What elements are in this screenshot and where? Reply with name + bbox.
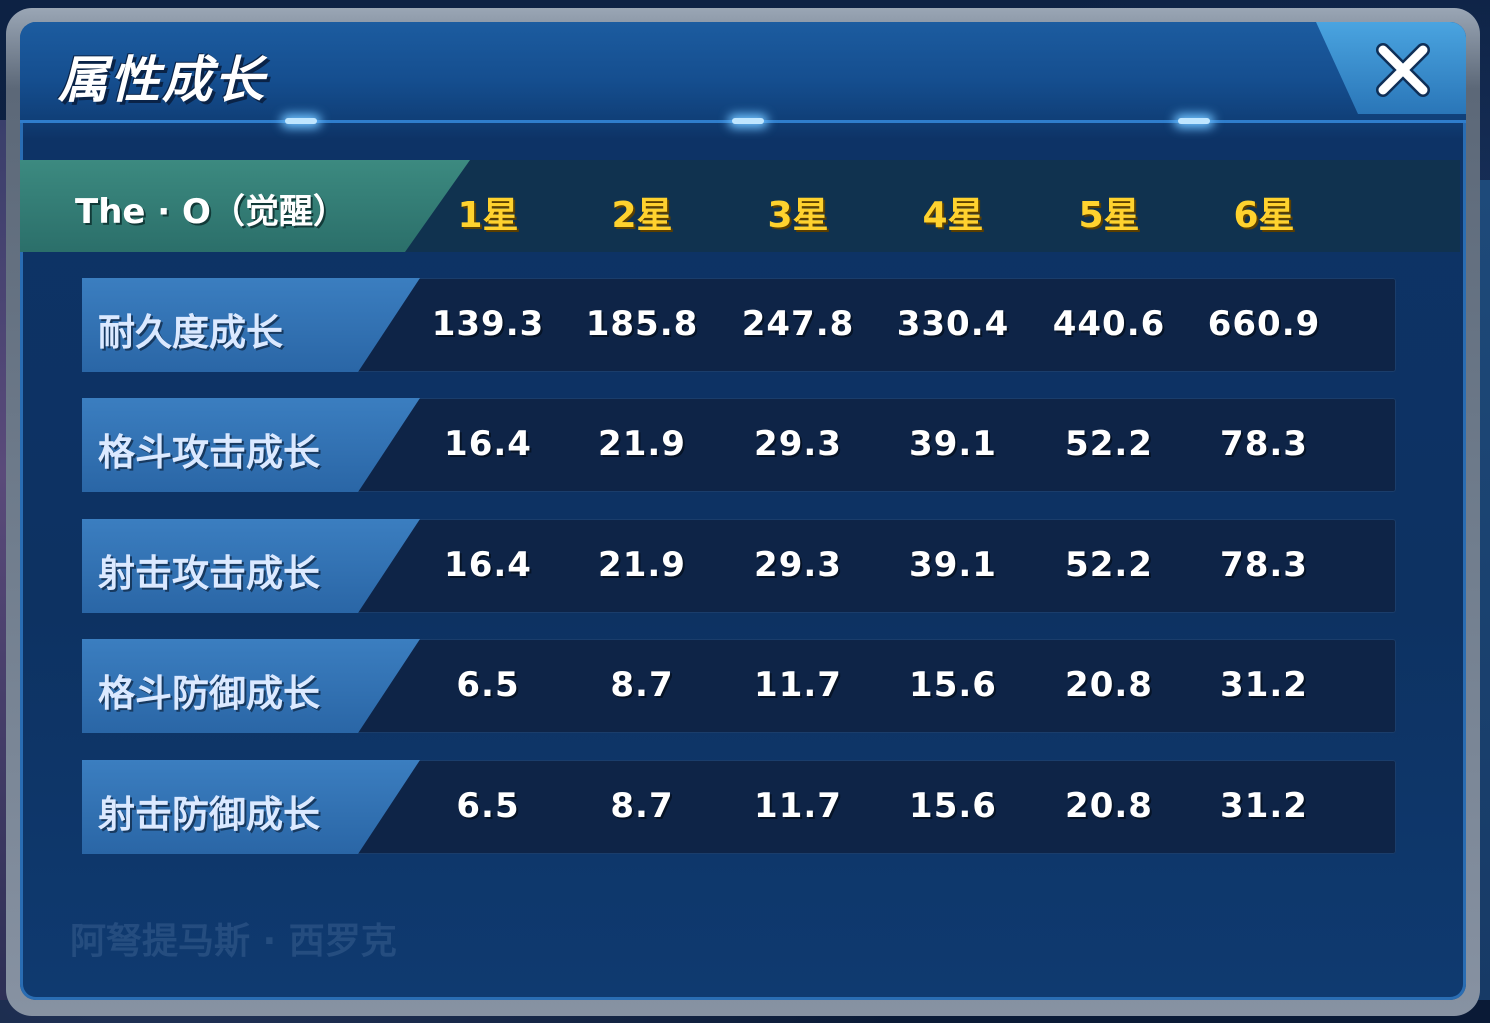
star-column-1: 1星 — [457, 195, 519, 236]
unit-name: The · O（觉醒） — [75, 192, 347, 232]
value-cell: 139.3 — [431, 304, 545, 344]
table-row: 格斗攻击成长 16.4 21.9 29.3 39.1 52.2 78.3 — [82, 398, 1396, 492]
attribute-growth-dialog: 属性成长 阿弩提马斯 · 西罗克 The · O（觉醒） 1星 2星 3星 4星… — [20, 22, 1466, 1000]
value-cell: 20.8 — [1065, 786, 1153, 826]
value-cell: 21.9 — [598, 545, 686, 585]
close-icon — [1376, 43, 1430, 97]
value-cell: 185.8 — [585, 304, 699, 344]
star-column-2: 2星 — [611, 195, 673, 236]
value-cell: 15.6 — [909, 665, 997, 705]
value-cell: 21.9 — [598, 424, 686, 464]
star-column-4: 4星 — [922, 195, 984, 236]
star-column-3: 3星 — [767, 195, 829, 236]
row-label: 耐久度成长 — [98, 311, 283, 354]
value-cell: 39.1 — [909, 424, 997, 464]
value-cell: 16.4 — [444, 424, 532, 464]
value-cell: 8.7 — [610, 786, 674, 826]
star-column-6: 6星 — [1233, 195, 1295, 236]
dialog-title-bar: 属性成长 — [20, 22, 1466, 123]
value-cell: 11.7 — [754, 665, 842, 705]
value-cell: 15.6 — [909, 786, 997, 826]
value-cell: 660.9 — [1207, 304, 1321, 344]
value-cell: 78.3 — [1220, 545, 1308, 585]
row-label: 格斗攻击成长 — [98, 431, 320, 474]
value-cell: 39.1 — [909, 545, 997, 585]
value-cell: 52.2 — [1065, 424, 1153, 464]
dialog-title: 属性成长 — [58, 51, 266, 109]
title-bar-light — [1178, 118, 1210, 124]
value-cell: 29.3 — [754, 545, 842, 585]
value-cell: 31.2 — [1220, 786, 1308, 826]
value-cell: 8.7 — [610, 665, 674, 705]
value-cell: 247.8 — [741, 304, 855, 344]
value-cell: 78.3 — [1220, 424, 1308, 464]
title-bar-light — [285, 118, 317, 124]
table-row: 射击防御成长 6.5 8.7 11.7 15.6 20.8 31.2 — [82, 760, 1396, 854]
star-column-5: 5星 — [1078, 195, 1140, 236]
value-cell: 31.2 — [1220, 665, 1308, 705]
value-cell: 29.3 — [754, 424, 842, 464]
table-row: 耐久度成长 139.3 185.8 247.8 330.4 440.6 660.… — [82, 278, 1396, 372]
value-cell: 440.6 — [1052, 304, 1166, 344]
value-cell: 6.5 — [456, 786, 520, 826]
value-cell: 6.5 — [456, 665, 520, 705]
row-label: 格斗防御成长 — [98, 672, 320, 715]
background-watermark: 阿弩提马斯 · 西罗克 — [70, 921, 397, 962]
table-row: 射击攻击成长 16.4 21.9 29.3 39.1 52.2 78.3 — [82, 519, 1396, 613]
row-label: 射击防御成长 — [98, 793, 320, 836]
row-label: 射击攻击成长 — [98, 552, 320, 595]
table-header-row: The · O（觉醒） 1星 2星 3星 4星 5星 6星 — [20, 160, 1460, 252]
value-cell: 11.7 — [754, 786, 842, 826]
table-row: 格斗防御成长 6.5 8.7 11.7 15.6 20.8 31.2 — [82, 639, 1396, 733]
value-cell: 330.4 — [896, 304, 1010, 344]
title-bar-light — [732, 118, 764, 124]
close-button[interactable] — [1360, 30, 1446, 110]
value-cell: 16.4 — [444, 545, 532, 585]
value-cell: 52.2 — [1065, 545, 1153, 585]
value-cell: 20.8 — [1065, 665, 1153, 705]
